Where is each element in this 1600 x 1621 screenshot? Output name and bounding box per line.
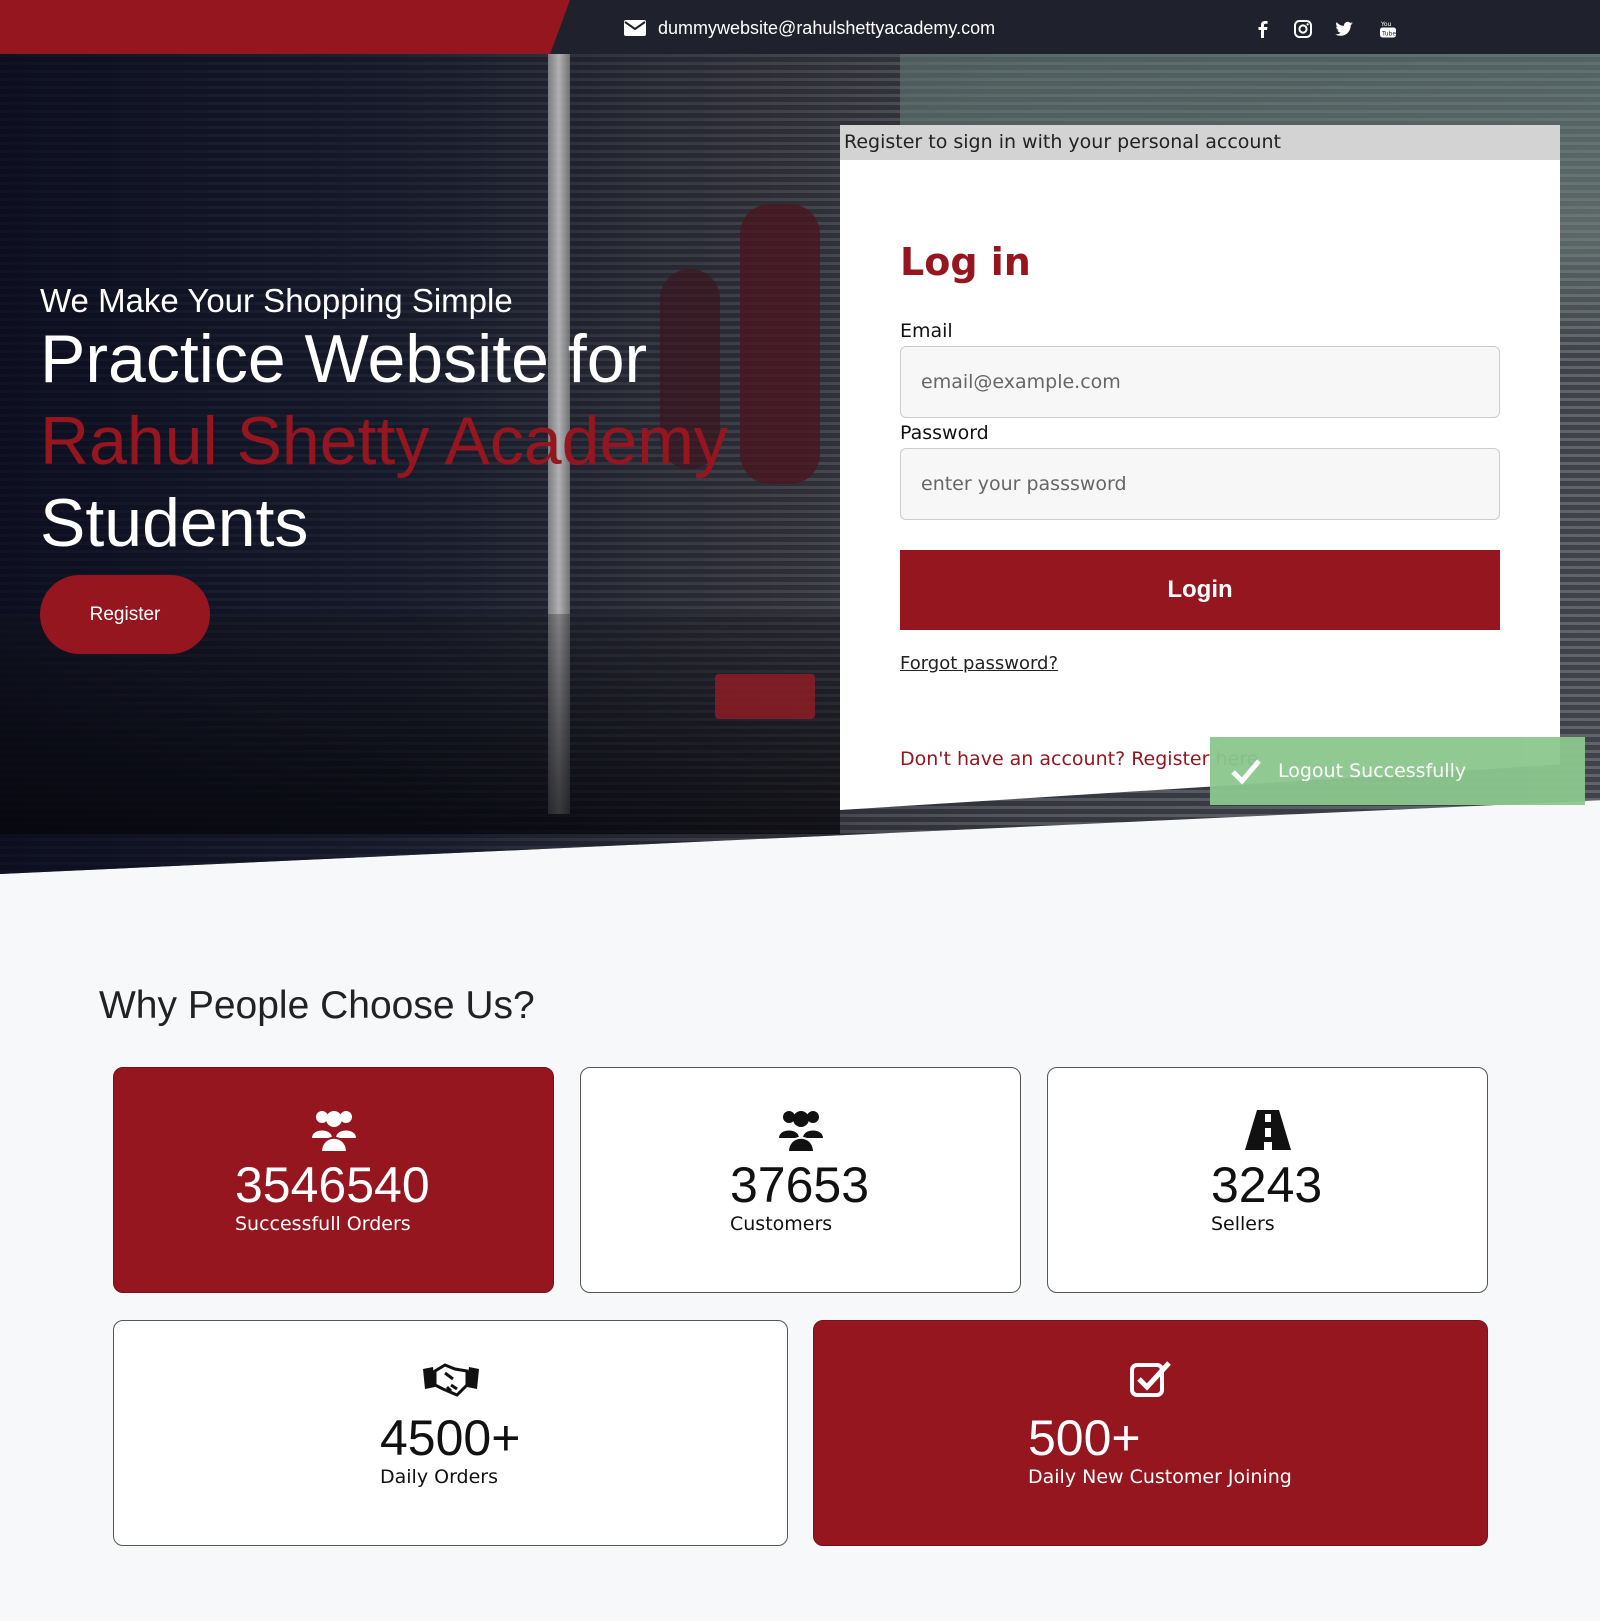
forgot-password-link[interactable]: Forgot password? bbox=[900, 653, 1058, 674]
why-title: Why People Choose Us? bbox=[99, 984, 535, 1027]
facebook-icon[interactable] bbox=[1250, 16, 1276, 42]
svg-text:You: You bbox=[1380, 21, 1392, 28]
logout-toast[interactable]: Logout Successfully bbox=[1210, 737, 1585, 805]
top-bar: dummywebsite@rahulshettyacademy.com You T… bbox=[0, 0, 1600, 54]
stat-label: Daily New Customer Joining bbox=[1028, 1466, 1292, 1488]
stat-label: Successfull Orders bbox=[235, 1213, 411, 1235]
stat-value: 500+ bbox=[1028, 1410, 1141, 1466]
handshake-icon bbox=[422, 1363, 479, 1397]
checkmark-icon bbox=[1231, 759, 1261, 785]
hero-title-line3: Students bbox=[40, 485, 309, 561]
password-placeholder: enter your passsword bbox=[921, 473, 1127, 495]
login-card-header: Register to sign in with your personal a… bbox=[840, 125, 1560, 160]
twitter-icon[interactable] bbox=[1331, 16, 1357, 42]
stat-value: 37653 bbox=[730, 1157, 870, 1213]
hero-register-button[interactable]: Register bbox=[40, 575, 210, 654]
svg-text:Tube: Tube bbox=[1381, 31, 1396, 38]
email-field[interactable]: email@example.com bbox=[900, 346, 1500, 418]
login-title: Log in bbox=[900, 240, 1031, 284]
stat-card-orders: 3546540 Successfull Orders bbox=[113, 1067, 554, 1293]
toast-message: Logout Successfully bbox=[1278, 760, 1467, 782]
stat-card-daily-orders: 4500+ Daily Orders bbox=[113, 1320, 788, 1546]
stat-label: Customers bbox=[730, 1213, 833, 1235]
password-label: Password bbox=[900, 422, 989, 444]
users-icon bbox=[778, 1111, 823, 1153]
password-field[interactable]: enter your passsword bbox=[900, 448, 1500, 520]
mail-icon bbox=[624, 20, 646, 36]
hero-title-highlight: Rahul Shetty Academy bbox=[40, 403, 728, 479]
contact-email-text: dummywebsite@rahulshettyacademy.com bbox=[658, 17, 996, 38]
email-placeholder: email@example.com bbox=[921, 371, 1121, 393]
hero-subtitle: We Make Your Shopping Simple bbox=[40, 282, 513, 319]
login-button[interactable]: Login bbox=[900, 550, 1500, 630]
hero-title: Practice Website for Rahul Shetty Academ… bbox=[40, 318, 820, 564]
top-bar-accent bbox=[0, 0, 570, 54]
stat-card-sellers: 3243 Sellers bbox=[1047, 1067, 1488, 1293]
instagram-icon[interactable] bbox=[1290, 16, 1316, 42]
road-icon bbox=[1244, 1110, 1291, 1150]
stat-value: 4500+ bbox=[380, 1410, 521, 1466]
stat-label: Daily Orders bbox=[380, 1466, 499, 1488]
register-here-link[interactable]: Don't have an account? Register here bbox=[900, 748, 1258, 770]
stat-card-new-customers: 500+ Daily New Customer Joining bbox=[813, 1320, 1488, 1546]
stat-label: Sellers bbox=[1211, 1213, 1275, 1235]
contact-email[interactable]: dummywebsite@rahulshettyacademy.com bbox=[624, 16, 995, 40]
email-label: Email bbox=[900, 320, 953, 342]
hero-red-box bbox=[715, 674, 815, 719]
check-square-icon bbox=[1129, 1361, 1171, 1397]
youtube-icon[interactable]: You Tube bbox=[1375, 16, 1401, 42]
users-icon bbox=[311, 1111, 356, 1153]
stat-value: 3243 bbox=[1211, 1157, 1323, 1213]
stat-value: 3546540 bbox=[235, 1157, 430, 1213]
hero-title-line1: Practice Website for bbox=[40, 321, 648, 397]
stat-card-customers: 37653 Customers bbox=[580, 1067, 1021, 1293]
